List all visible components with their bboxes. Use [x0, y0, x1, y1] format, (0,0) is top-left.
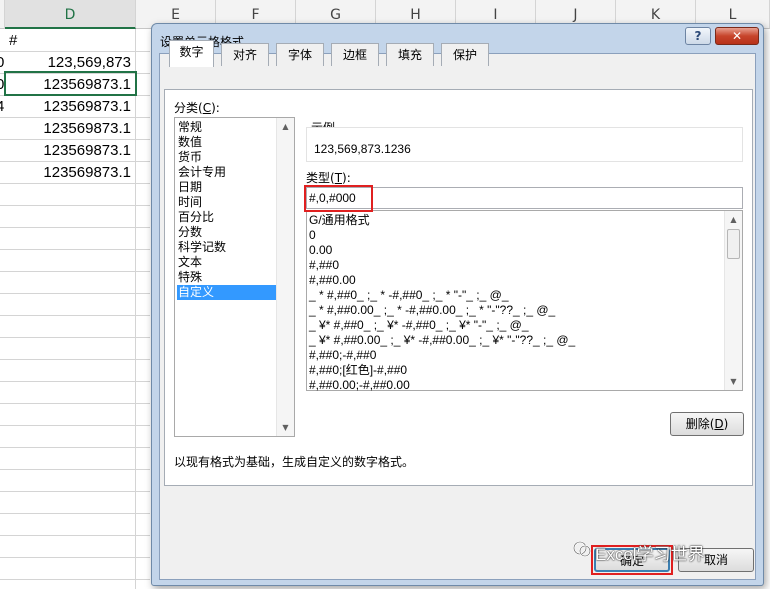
category-label: 分类(C):: [174, 101, 220, 115]
grid-line: [0, 337, 150, 338]
grid-line: [0, 491, 150, 492]
wechat-logo-icon: [573, 541, 591, 557]
format-item[interactable]: 0.00: [309, 243, 332, 258]
format-item[interactable]: #,##0: [309, 258, 339, 273]
cell-d4[interactable]: 123569873.1: [5, 95, 131, 117]
grid-line: [0, 205, 150, 206]
format-item[interactable]: #,##0;-#,##0: [309, 348, 376, 363]
category-item-number[interactable]: 数值: [177, 135, 277, 150]
format-scrollbar[interactable]: ▲ ▼: [724, 211, 742, 390]
cell-c2-fragment[interactable]: 0: [0, 51, 4, 73]
cell-d2[interactable]: 123,569,873: [5, 51, 131, 73]
scroll-up-arrow-icon[interactable]: ▲: [725, 211, 742, 228]
grid-line: [0, 293, 150, 294]
grid-line: [0, 381, 150, 382]
cell-d-header[interactable]: #: [9, 29, 17, 51]
column-header-d[interactable]: D: [5, 0, 136, 29]
grid-line: [0, 227, 150, 228]
category-item-time[interactable]: 时间: [177, 195, 277, 210]
category-item-custom[interactable]: 自定义: [177, 285, 277, 300]
category-item-date[interactable]: 日期: [177, 180, 277, 195]
type-label: 类型(T):: [306, 171, 351, 185]
close-button[interactable]: ✕: [715, 27, 759, 45]
grid-line: [0, 469, 150, 470]
grid-line: [135, 29, 136, 589]
cell-d5[interactable]: 123569873.1: [5, 117, 131, 139]
category-item-fraction[interactable]: 分数: [177, 225, 277, 240]
grid-line: [0, 315, 150, 316]
grid-line: [0, 183, 150, 184]
scroll-up-arrow-icon[interactable]: ▲: [277, 118, 294, 135]
grid-line: [0, 403, 150, 404]
category-item-percentage[interactable]: 百分比: [177, 210, 277, 225]
cell-d6[interactable]: 123569873.1: [5, 139, 131, 161]
description-text: 以现有格式为基础，生成自定义的数字格式。: [174, 455, 415, 469]
grid-line: [0, 579, 150, 580]
grid-line: [0, 271, 150, 272]
category-item-currency[interactable]: 货币: [177, 150, 277, 165]
cell-d7[interactable]: 123569873.1: [5, 161, 131, 183]
cell-c4-fragment[interactable]: 4: [0, 95, 4, 117]
grid-line: [0, 535, 150, 536]
grid-line: [0, 249, 150, 250]
format-item[interactable]: G/通用格式: [309, 213, 370, 228]
grid-line: [0, 359, 150, 360]
category-item-scientific[interactable]: 科学记数: [177, 240, 277, 255]
tab-fill[interactable]: 填充: [386, 43, 434, 66]
grid-line: [0, 447, 150, 448]
watermark-text: Excel学习世界: [595, 545, 705, 564]
category-item-accounting[interactable]: 会计专用: [177, 165, 277, 180]
format-item[interactable]: #,##0.00;-#,##0.00: [309, 378, 410, 393]
format-item[interactable]: _ ¥* #,##0.00_ ;_ ¥* -#,##0.00_ ;_ ¥* "-…: [309, 333, 575, 348]
grid-line: [0, 513, 150, 514]
category-list[interactable]: 常规 数值 货币 会计专用 日期 时间 百分比 分数 科学记数 文本 特殊 自定…: [174, 117, 295, 437]
sample-value: 123,569,873.1236: [314, 142, 411, 156]
type-input-highlight: [304, 185, 373, 212]
format-item[interactable]: _ * #,##0.00_ ;_ * -#,##0.00_ ;_ * "-"??…: [309, 303, 555, 318]
scroll-down-arrow-icon[interactable]: ▼: [725, 373, 742, 390]
scroll-thumb[interactable]: [727, 229, 740, 259]
tab-number[interactable]: 数字: [169, 40, 214, 67]
tab-font[interactable]: 字体: [276, 43, 324, 66]
scroll-down-arrow-icon[interactable]: ▼: [277, 419, 294, 436]
grid-line: [0, 557, 150, 558]
format-item[interactable]: _ * #,##0_ ;_ * -#,##0_ ;_ * "-"_ ;_ @_: [309, 288, 509, 303]
category-item-text[interactable]: 文本: [177, 255, 277, 270]
format-list[interactable]: G/通用格式 0 0.00 #,##0 #,##0.00 _ * #,##0_ …: [306, 210, 743, 393]
grid-line: [0, 425, 150, 426]
format-item[interactable]: 0: [309, 228, 316, 243]
tab-border[interactable]: 边框: [331, 43, 379, 66]
format-item[interactable]: #,##0.00: [309, 273, 356, 288]
tab-alignment[interactable]: 对齐: [221, 43, 269, 66]
tab-protection[interactable]: 保护: [441, 43, 489, 66]
help-button[interactable]: ?: [685, 27, 711, 45]
format-item[interactable]: _ ¥* #,##0_ ;_ ¥* -#,##0_ ;_ ¥* "-"_ ;_ …: [309, 318, 529, 333]
format-item[interactable]: #,##0;[红色]-#,##0: [309, 363, 407, 378]
active-cell-border: [4, 71, 137, 96]
category-scrollbar[interactable]: ▲ ▼: [276, 118, 294, 436]
delete-button[interactable]: 删除(D): [670, 412, 744, 436]
category-item-special[interactable]: 特殊: [177, 270, 277, 285]
category-item-general[interactable]: 常规: [177, 120, 277, 135]
sample-box: 123,569,873.1236: [306, 127, 743, 162]
